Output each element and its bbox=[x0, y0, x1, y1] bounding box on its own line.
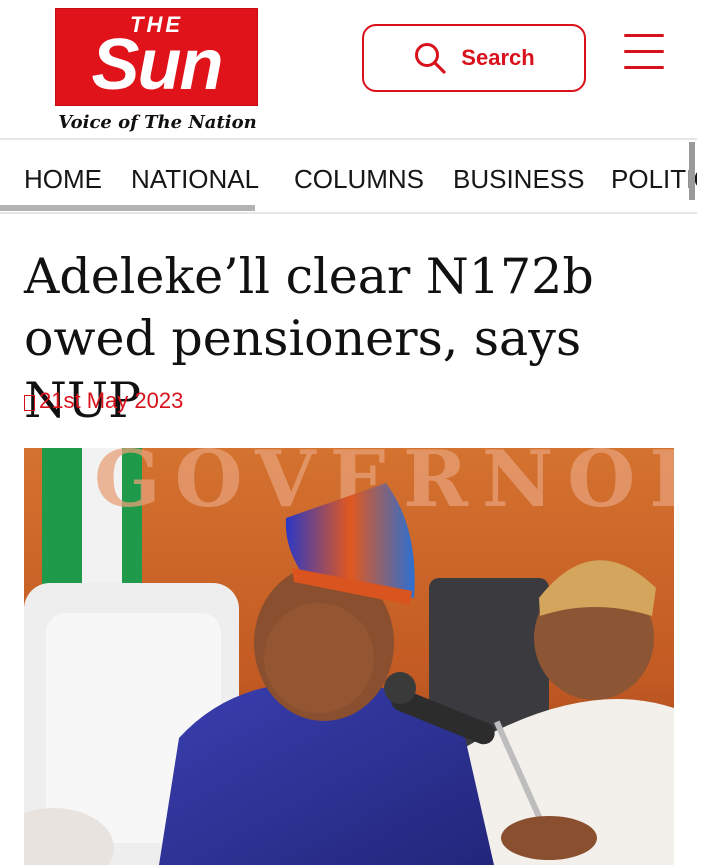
article-photo[interactable]: GOVERNOR bbox=[24, 448, 674, 865]
article-date: 21st May 2023 bbox=[24, 388, 183, 414]
nav-scrollbar[interactable] bbox=[689, 142, 695, 200]
nav-bottom-border bbox=[0, 212, 697, 214]
menu-line bbox=[624, 50, 664, 53]
nav-item-business[interactable]: BUSINESS bbox=[453, 164, 585, 195]
page: THE Sun Voice of The Nation Search HOME … bbox=[0, 0, 720, 865]
article-date-text: 21st May 2023 bbox=[39, 388, 184, 413]
menu-line bbox=[624, 34, 664, 37]
search-label: Search bbox=[461, 45, 535, 70]
article-photo-illustration: GOVERNOR bbox=[24, 448, 674, 865]
site-logo[interactable]: THE Sun Voice of The Nation bbox=[55, 8, 260, 138]
nav-item-politics[interactable]: POLITICS bbox=[611, 164, 697, 195]
nav-item-national[interactable]: NATIONAL bbox=[131, 164, 259, 195]
main-nav: HOME NATIONAL COLUMNS BUSINESS POLITICS bbox=[0, 140, 697, 212]
logo-name: Sun bbox=[91, 25, 224, 105]
search-icon bbox=[415, 43, 446, 74]
logo-tagline: Voice of The Nation bbox=[58, 112, 257, 133]
search-button[interactable]: Search bbox=[362, 24, 586, 92]
nav-item-home[interactable]: HOME bbox=[24, 164, 102, 195]
logo-box: THE Sun bbox=[55, 8, 258, 106]
nav-item-columns[interactable]: COLUMNS bbox=[294, 164, 424, 195]
hamburger-menu-icon[interactable] bbox=[622, 32, 666, 72]
menu-line bbox=[624, 66, 664, 69]
calendar-icon bbox=[24, 395, 35, 411]
nav-active-indicator bbox=[0, 205, 255, 211]
site-header: THE Sun Voice of The Nation Search bbox=[0, 0, 720, 138]
